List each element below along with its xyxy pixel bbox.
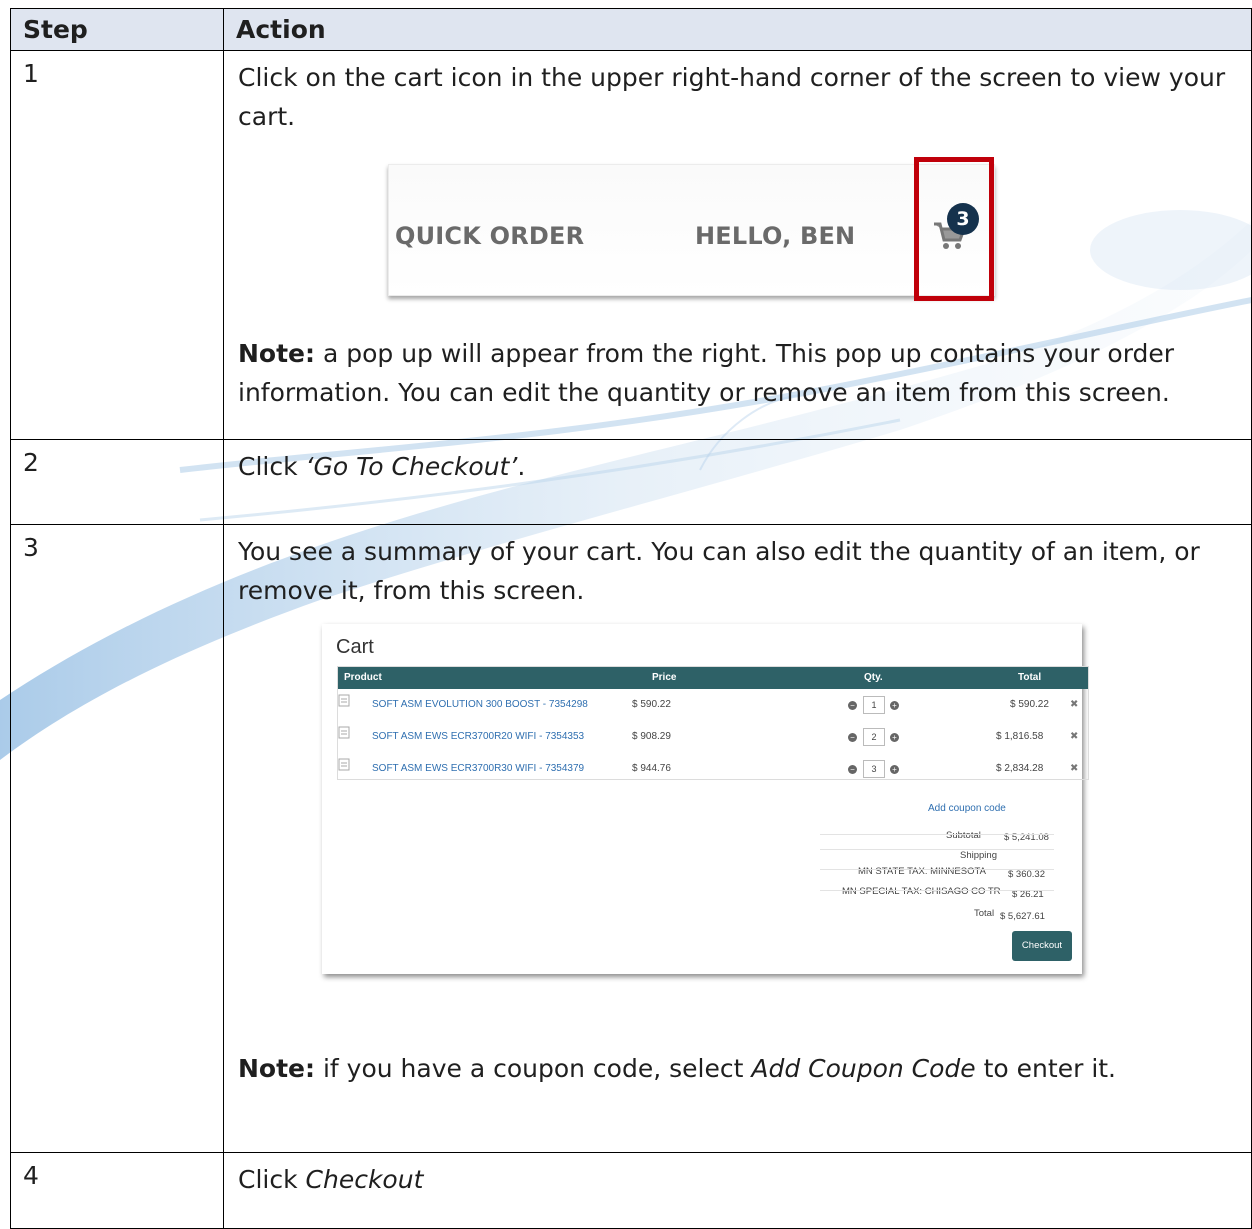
qty-increase-button[interactable]: + xyxy=(890,701,899,710)
step-text-suffix: . xyxy=(517,452,526,481)
step-text-italic: ‘Go To Checkout’ xyxy=(305,452,518,481)
cart-item-row: SOFT ASM EWS ECR3700R20 WIFI - 7354353 $… xyxy=(338,721,1088,753)
action-cell: Click on the cart icon in the upper righ… xyxy=(223,50,1252,440)
cart-title: Cart xyxy=(336,636,374,658)
product-link[interactable]: SOFT ASM EWS ECR3700R20 WIFI - 7354353 xyxy=(372,721,584,753)
step-number: 2 xyxy=(10,439,224,525)
step-header: Step xyxy=(10,8,224,51)
note-text-italic: Add Coupon Code xyxy=(751,1054,976,1083)
step-text: You see a summary of your cart. You can … xyxy=(238,537,1200,605)
greeting-text: HELLO, BEN xyxy=(695,222,856,250)
remove-item-icon[interactable]: ✖ xyxy=(1070,689,1078,721)
step-number: 4 xyxy=(10,1152,224,1229)
checkout-button[interactable]: Checkout xyxy=(1012,931,1072,961)
header-screenshot: QUICK ORDER HELLO, BEN 3 xyxy=(388,157,995,301)
cart-screenshot: Cart Product Price Qty. Total SOFT ASM E… xyxy=(322,624,1089,974)
column-total: Total xyxy=(1018,672,1042,683)
qty-input[interactable]: 1 xyxy=(863,696,885,714)
qty-decrease-button[interactable]: − xyxy=(848,701,857,710)
item-price: $ 908.29 xyxy=(632,731,671,742)
item-total: $ 2,834.28 xyxy=(996,763,1044,774)
subtotal-value: $ 5,241.08 xyxy=(1004,832,1049,843)
item-total: $ 1,816.58 xyxy=(996,731,1044,742)
total-label: Total xyxy=(974,908,995,919)
note-text: a pop up will appear from the right. Thi… xyxy=(238,339,1175,407)
instruction-table: Step Action 1 Click on the cart icon in … xyxy=(10,8,1252,1229)
note-text: if you have a coupon code, select xyxy=(315,1054,752,1083)
quick-order-link[interactable]: QUICK ORDER xyxy=(395,217,584,256)
note-label: Note: xyxy=(238,1054,316,1083)
cart-item-row: SOFT ASM EVOLUTION 300 BOOST - 7354298 $… xyxy=(338,689,1088,721)
summary-divider xyxy=(820,890,1054,891)
step-text-italic: Checkout xyxy=(305,1165,424,1194)
action-header: Action xyxy=(223,8,1252,51)
action-cell: You see a summary of your cart. You can … xyxy=(223,524,1252,1153)
product-link[interactable]: SOFT ASM EVOLUTION 300 BOOST - 7354298 xyxy=(372,689,588,721)
step-note: Note: if you have a coupon code, select … xyxy=(238,1049,1239,1088)
action-cell: Click Checkout xyxy=(223,1152,1252,1229)
qty-decrease-button[interactable]: − xyxy=(848,733,857,742)
summary-divider xyxy=(820,869,1054,870)
item-total: $ 590.22 xyxy=(1010,699,1049,710)
note-text-suffix: to enter it. xyxy=(975,1054,1117,1083)
column-price: Price xyxy=(652,672,677,683)
remove-item-icon[interactable]: ✖ xyxy=(1070,721,1078,753)
qty-input[interactable]: 3 xyxy=(863,760,885,778)
qty-increase-button[interactable]: + xyxy=(890,733,899,742)
qty-increase-button[interactable]: + xyxy=(890,765,899,774)
product-thumbnail-icon xyxy=(338,726,350,739)
step-text: Click on the cart icon in the upper righ… xyxy=(238,63,1226,131)
action-cell: Click ‘Go To Checkout’. xyxy=(223,439,1252,525)
cart-item-row: SOFT ASM EWS ECR3700R30 WIFI - 7354379 $… xyxy=(338,753,1088,785)
step-note: Note: a pop up will appear from the righ… xyxy=(238,334,1239,412)
cart-table-header: Product Price Qty. Total xyxy=(338,667,1088,689)
product-thumbnail-icon xyxy=(338,758,350,771)
column-product: Product xyxy=(344,672,382,683)
step-number: 1 xyxy=(10,50,224,440)
remove-item-icon[interactable]: ✖ xyxy=(1070,753,1078,785)
product-thumbnail-icon xyxy=(338,694,350,707)
summary-divider xyxy=(820,849,1054,850)
product-link[interactable]: SOFT ASM EWS ECR3700R30 WIFI - 7354379 xyxy=(372,753,584,785)
cart-table: Product Price Qty. Total SOFT ASM EVOLUT… xyxy=(337,666,1089,780)
qty-input[interactable]: 2 xyxy=(863,728,885,746)
item-price: $ 590.22 xyxy=(632,699,671,710)
step-text: Click xyxy=(238,1165,306,1194)
qty-decrease-button[interactable]: − xyxy=(848,765,857,774)
column-qty: Qty. xyxy=(864,672,883,683)
item-price: $ 944.76 xyxy=(632,763,671,774)
step-number: 3 xyxy=(10,524,224,1153)
note-label: Note: xyxy=(238,339,316,368)
step-text: Click xyxy=(238,452,306,481)
highlight-box xyxy=(914,157,994,301)
summary-divider xyxy=(820,834,1054,835)
